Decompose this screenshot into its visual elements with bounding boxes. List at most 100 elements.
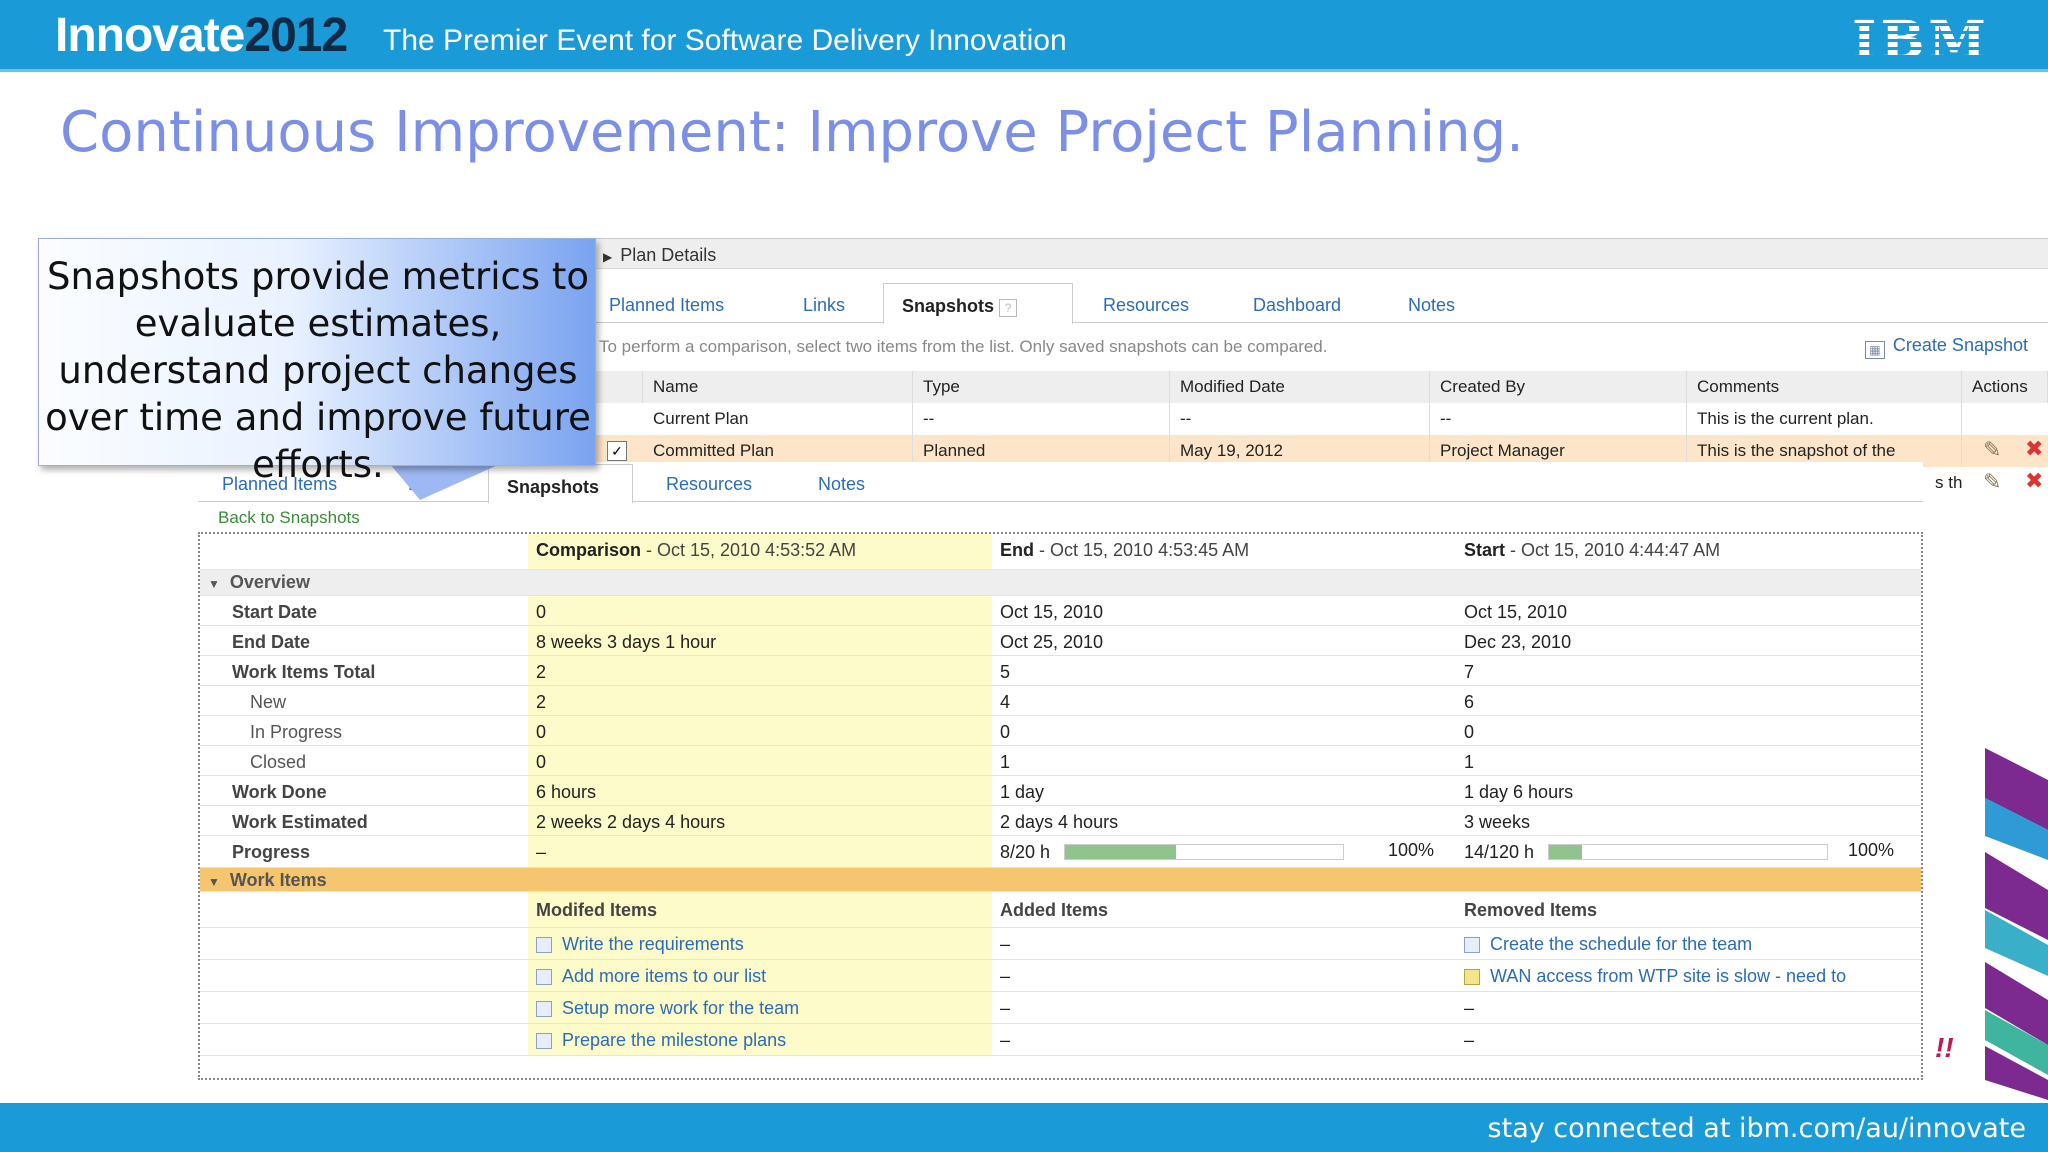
work-items-header-row: Modifed Items Added Items Removed Items — [200, 892, 1921, 928]
overview-row: Work Estimated 2 weeks 2 days 4 hours 2 da… — [200, 806, 1921, 836]
ibm-logo: IBM — [1852, 10, 1990, 71]
work-items-section[interactable]: ▼ Work Items — [200, 868, 1921, 892]
expand-triangle-icon: ▶ — [603, 250, 613, 264]
removed-item: – — [1464, 998, 1475, 1018]
work-item-icon — [536, 1001, 552, 1017]
work-item-icon — [1464, 969, 1480, 985]
back-to-snapshots-link[interactable]: Back to Snapshots — [218, 508, 360, 528]
overview-cell: 4 — [1000, 692, 1011, 712]
overview-row: End Date 8 weeks 3 days 1 hour Oct 25, 201… — [200, 626, 1921, 656]
overview-cell: 6 — [1464, 692, 1475, 712]
overview-cell: In Progress — [250, 722, 343, 742]
overview-cell: 6 hours — [528, 776, 992, 805]
tab-resources[interactable]: Resources — [1103, 295, 1189, 316]
tab-snapshots[interactable]: Snapshots ? — [883, 283, 1073, 324]
progress-row: Progress – 8/20 h 100% 14/120 h 100% — [200, 836, 1921, 868]
tagline: The Premier Event for Software Delivery … — [383, 24, 1067, 57]
col-type[interactable]: Type — [913, 371, 1170, 403]
overview-cell: Oct 15, 2010 — [1000, 602, 1104, 622]
col-modified-date[interactable]: Modified Date — [1170, 371, 1430, 403]
tab-notes[interactable]: Notes — [1408, 295, 1455, 316]
overview-cell: 5 — [1000, 662, 1011, 682]
modified-item-link[interactable]: Setup more work for the team — [528, 992, 992, 1023]
overview-cell: 0 — [1000, 722, 1011, 742]
brand-logo: Innovate2012 — [55, 9, 348, 62]
work-item-icon — [536, 1033, 552, 1049]
end-progress-bar — [1064, 844, 1344, 860]
start-progress: 14/120 h 100% — [1464, 840, 1895, 862]
col-created-by[interactable]: Created By — [1430, 371, 1687, 403]
tab-dashboard[interactable]: Dashboard — [1253, 295, 1341, 316]
collapse-triangle-icon[interactable]: ▼ — [208, 577, 220, 591]
overview-row: Closed 0 1 1 — [200, 746, 1921, 776]
row-checkbox[interactable]: ✓ — [607, 441, 627, 461]
slide: Innovate2012 The Premier Event for Softw… — [0, 0, 2048, 1152]
plan-tabs: Planned Items Links Snapshots ? Resource… — [595, 283, 2048, 324]
overview-cell: Oct 15, 2010 — [1464, 602, 1568, 622]
overview-cell: Work Done — [232, 782, 327, 802]
tab-links[interactable]: Links — [803, 295, 845, 316]
decorative-ribbon — [1985, 748, 2048, 1100]
collapse-triangle-icon[interactable]: ▼ — [208, 875, 220, 889]
start-progress-fill — [1549, 845, 1583, 859]
col-actions: Actions — [1962, 371, 2048, 403]
create-snapshot-link[interactable]: ▦ Create Snapshot — [1864, 335, 2028, 359]
callout-text: Snapshots provide metrics to evaluate es… — [45, 255, 591, 486]
overview-cell: 1 day — [1000, 782, 1045, 802]
col-comments[interactable]: Comments — [1687, 371, 1962, 403]
plan-details-title: Plan Details — [620, 245, 717, 265]
removed-item-link[interactable]: WAN access from WTP site is slow - need … — [1456, 960, 1921, 991]
comparison-column-header: Comparison - Oct 15, 2010 4:53:52 AM — [528, 534, 992, 569]
added-item: – — [1000, 998, 1011, 1018]
tab-resources[interactable]: Resources — [666, 474, 752, 495]
work-item-row: Setup more work for the team – – — [200, 992, 1921, 1024]
modified-item-link[interactable]: Write the requirements — [528, 928, 992, 959]
header-banner: Innovate2012 The Premier Event for Softw… — [0, 0, 2048, 72]
overview-cell: 0 — [528, 596, 992, 625]
overview-row: Work Items Total 2 5 7 — [200, 656, 1921, 686]
work-item-icon — [536, 969, 552, 985]
delete-x-icon[interactable]: ✖ — [2025, 468, 2043, 494]
edit-pencil-icon[interactable]: ✎ — [1983, 437, 2001, 463]
overview-row: Start Date 0 Oct 15, 2010 Oct 15, 2010 — [200, 596, 1921, 626]
overview-cell: 8 weeks 3 days 1 hour — [528, 626, 992, 655]
overview-cell: New — [250, 692, 287, 712]
end-progress-fill — [1065, 845, 1177, 859]
modified-item-link[interactable]: Add more items to our list — [528, 960, 992, 991]
delete-x-icon[interactable]: ✖ — [2025, 436, 2043, 462]
help-icon[interactable]: ? — [999, 299, 1018, 317]
added-item: – — [1000, 966, 1011, 986]
table-row[interactable]: Current Plan -- -- -- This is the curren… — [595, 403, 2048, 435]
overview-cell: 0 — [528, 716, 992, 745]
plan-details-header[interactable]: ▶ Plan Details — [595, 239, 2048, 269]
removed-item-link[interactable]: Create the schedule for the team — [1456, 928, 1921, 959]
comparison-header-row: Comparison - Oct 15, 2010 4:53:52 AM End… — [200, 534, 1921, 570]
tab-planned-items[interactable]: Planned Items — [609, 295, 724, 316]
col-name[interactable]: Name — [643, 371, 913, 403]
overview-cell: 0 — [1464, 722, 1475, 742]
work-item-icon — [536, 937, 552, 953]
work-item-row: Add more items to our list – WAN access fr… — [200, 960, 1921, 992]
snapshot-table-header: Name Type Modified Date Created By Comme… — [595, 371, 2048, 403]
tab-notes[interactable]: Notes — [818, 474, 865, 495]
overview-row: New 2 4 6 — [200, 686, 1921, 716]
plan-details-panel: ▶ Plan Details Planned Items Links Snapsh… — [595, 238, 2048, 494]
footer-link[interactable]: stay connected at ibm.com/au/innovate — [1488, 1113, 2026, 1144]
slide-title: Continuous Improvement: Improve Project … — [60, 100, 1524, 165]
overview-section[interactable]: ▼ Overview — [200, 570, 1921, 596]
modified-item-link[interactable]: Prepare the milestone plans — [528, 1024, 992, 1055]
overview-cell: 2 — [528, 656, 992, 685]
overview-cell: 2 — [528, 686, 992, 715]
overview-cell: Start Date — [232, 602, 318, 622]
create-snapshot-icon: ▦ — [1864, 341, 1885, 359]
edit-pencil-icon[interactable]: ✎ — [1983, 469, 2001, 495]
comparison-panel: Planned Items Lin Snapshots Resources No… — [198, 462, 1923, 1080]
added-item: – — [1000, 934, 1011, 954]
overview-cell: 2 days 4 hours — [1000, 812, 1119, 832]
comparison-hint: To perform a comparison, select two item… — [599, 337, 1328, 356]
overview-row: In Progress 0 0 0 — [200, 716, 1921, 746]
work-item-row: Prepare the milestone plans – – — [200, 1024, 1921, 1056]
callout-box: Snapshots provide metrics to evaluate es… — [38, 238, 596, 486]
overview-cell: 2 weeks 2 days 4 hours — [528, 806, 992, 835]
overview-cell: 0 — [528, 746, 992, 775]
